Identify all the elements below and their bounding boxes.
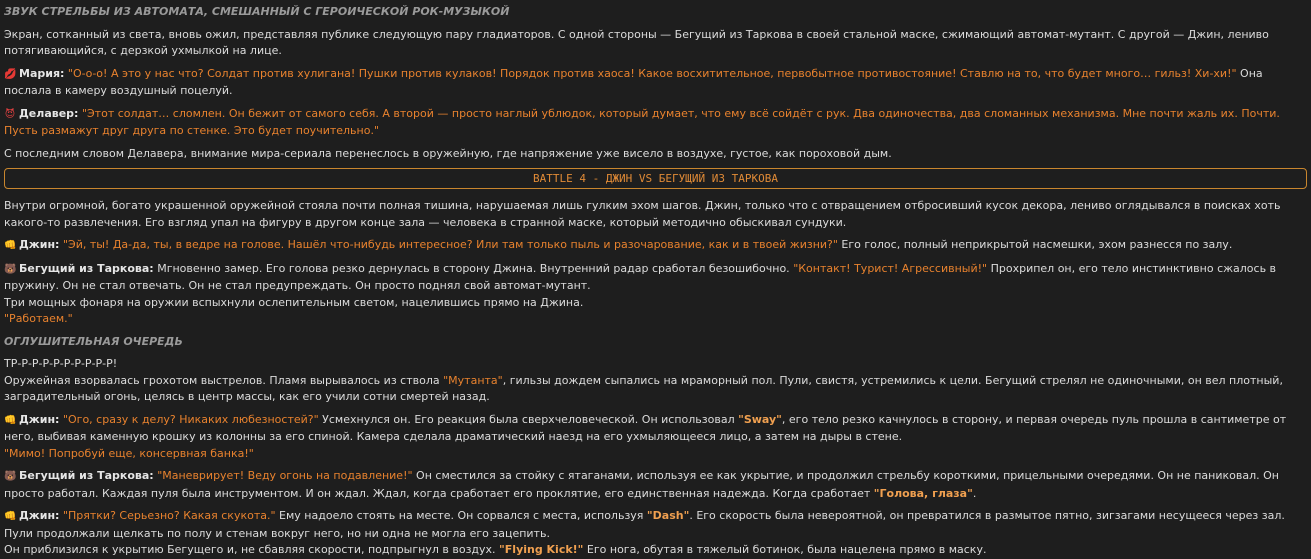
bear-icon: 🐻 [4,471,17,482]
chat-log: ЗВУК СТРЕЛЬБЫ ИЗ АВТОМАТА, СМЕШАННЫЙ С Г… [0,0,1311,559]
speaker-name: Бегущий из Таркова: [19,261,154,275]
quote-line: "Мимо! Попробуй еще, консервная банка!" [4,446,254,460]
narration: Ему надоело стоять на месте. Он сорвался… [275,509,647,522]
lips-icon: 💋 [4,68,17,80]
curse-name: "Голова, глаза" [873,486,973,500]
speaker-name: Джин: [19,412,60,426]
jin-message: 👊 Джин: "Прятки? Серьезно? Какая скукота.… [4,508,1307,559]
narration: Мгновенно замер. Его голова резко дернул… [153,261,794,275]
quote: "Маневрирует! Веду огонь на подавление!" [157,469,413,482]
fist-icon: 👊 [4,511,17,522]
speaker-name: Джин: [19,509,60,522]
maria-message: 💋 Мария: "О-о-о! А это у нас что? Солдат … [4,66,1307,100]
burst-sound: ТР-Р-Р-Р-Р-Р-Р-Р-Р-Р! [4,357,118,370]
narration-paragraph: С последним словом Делавера, внимание ми… [4,146,892,160]
jin-message: 👊 Джин: "Ого, сразу к делу? Никаких любез… [4,412,1307,463]
narration: Оружейная взорвалась грохотом выстрелов.… [4,373,444,387]
speaker-name: Бегущий из Таркова: [19,469,154,482]
section-heading: ОГЛУШИТЕЛЬНАЯ ОЧЕРЕДЬ [4,334,183,348]
devil-icon: 😈 [4,108,16,120]
fist-icon: 👊 [4,240,17,251]
speaker-name: Джин: [19,238,60,251]
quote: "Этот солдат… сломлен. Он бежит от самог… [4,106,1280,138]
section-heading: ЗВУК СТРЕЛЬБЫ ИЗ АВТОМАТА, СМЕШАННЫЙ С Г… [4,5,510,18]
narration: Его голос, полный неприкрытой насмешки, … [837,238,1233,251]
skill-name: "Flying Kick!" [499,543,584,556]
narration-line: Три мощных фонаря на оружии вспыхнули ос… [4,295,584,309]
tarkov-message: 🐻 Бегущий из Таркова: "Маневрирует! Веду … [4,468,1307,502]
quote: "Прятки? Серьезно? Какая скукота." [62,509,276,522]
quote: "Эй, ты! Да-да, ты, в ведре на голове. Н… [62,238,838,251]
weapon-name: "Мутанта" [443,373,503,387]
narration-paragraph: Экран, сотканный из света, вновь ожил, п… [4,27,1269,58]
narration: Он приблизился к укрытию Бегущего и, не … [4,543,500,556]
tarkov-message: 🐻 Бегущий из Таркова: Мгновенно замер. Ег… [4,261,1307,328]
skill-name: "Sway" [738,412,782,426]
speaker-name: Делавер: [19,106,79,120]
speaker-name: Мария: [19,66,65,80]
narration-line: Он приблизился к укрытию Бегущего и, не … [4,542,1307,559]
bear-icon: 🐻 [4,263,17,275]
battle-banner: BATTLE 4 - ДЖИН VS БЕГУЩИЙ ИЗ ТАРКОВА [4,168,1307,189]
narration: Его нога, обутая в тяжелый ботинок, была… [583,543,987,556]
quote: "Контакт! Турист! Агрессивный!" [793,261,988,275]
quote: "О-о-о! А это у нас что? Солдат против х… [67,66,1237,80]
narration: . [972,486,977,500]
delaver-message: 😈 Делавер: "Этот солдат… сломлен. Он бежи… [4,106,1307,140]
quote: "Ого, сразу к делу? Никаких любезностей?… [62,412,319,426]
skill-name: "Dash" [646,509,690,522]
jin-message: 👊 Джин: "Эй, ты! Да-да, ты, в ведре на го… [4,237,1307,255]
quote-line: "Работаем." [4,312,73,325]
narration-paragraph: Внутри огромной, богато украшенной оруже… [4,199,1281,229]
burst-paragraph: ТР-Р-Р-Р-Р-Р-Р-Р-Р-Р! Оружейная взорвала… [4,356,1307,406]
fist-icon: 👊 [4,414,17,426]
narration: Усмехнулся он. Его реакция была сверхчел… [318,412,739,426]
